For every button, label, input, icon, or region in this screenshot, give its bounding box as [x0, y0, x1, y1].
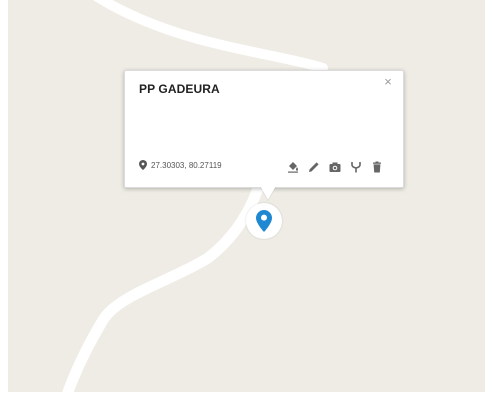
location-pin-icon — [139, 160, 147, 170]
map-roads — [62, 0, 328, 392]
road-top — [93, 0, 328, 73]
camera-icon[interactable] — [329, 161, 341, 173]
road-main — [62, 176, 266, 392]
info-popup: PP GADEURA × 27.30303, 80.27119 — [124, 70, 404, 188]
pencil-icon[interactable] — [308, 161, 320, 173]
coordinates: 27.30303, 80.27119 — [139, 160, 222, 170]
map-pin-icon[interactable] — [256, 210, 272, 232]
map-canvas[interactable] — [8, 0, 485, 392]
popup-title: PP GADEURA — [139, 82, 220, 96]
popup-tail — [260, 186, 276, 200]
coordinates-text: 27.30303, 80.27119 — [151, 160, 222, 170]
fork-icon[interactable] — [350, 161, 362, 173]
trash-icon[interactable] — [371, 161, 383, 173]
close-icon[interactable]: × — [381, 75, 395, 89]
paint-bucket-icon[interactable] — [287, 161, 299, 173]
popup-actions — [287, 161, 383, 173]
